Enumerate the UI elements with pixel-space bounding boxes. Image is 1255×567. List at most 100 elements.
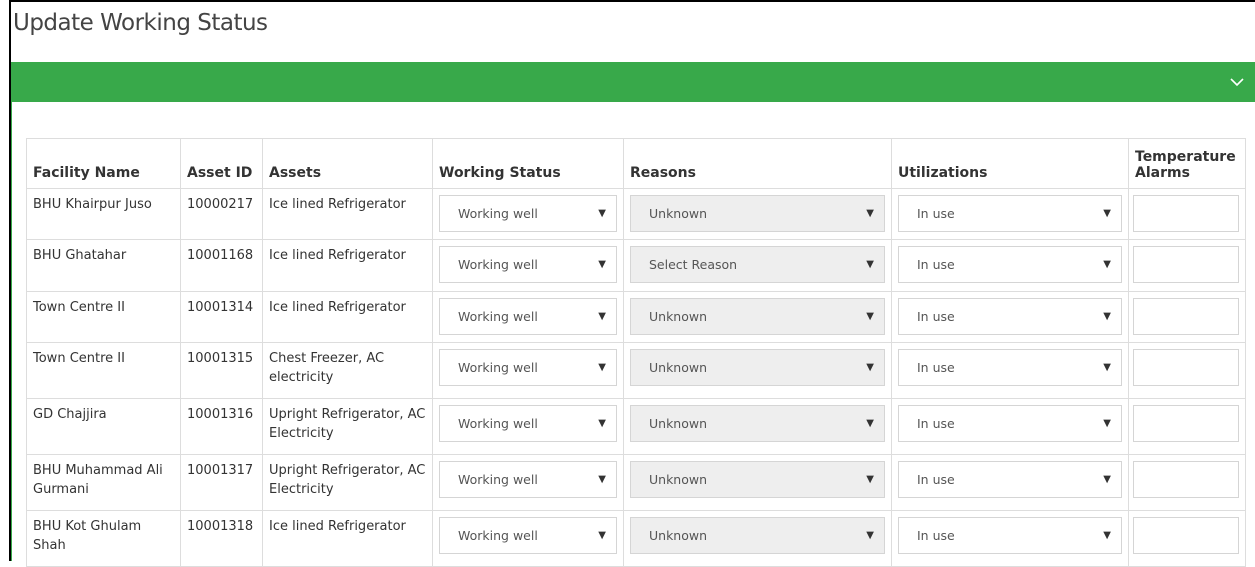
column-header-temperature-alarms: Temperature Alarms <box>1128 138 1246 189</box>
asset-id-cell: 10001318 <box>180 510 263 567</box>
facility-name-cell: Town Centre II <box>26 291 181 343</box>
caret-down-icon: ▼ <box>866 259 874 270</box>
working-status-select[interactable]: Working well ▼ <box>439 195 617 232</box>
caret-down-icon: ▼ <box>866 362 874 373</box>
caret-down-icon: ▼ <box>1103 418 1111 429</box>
table-row: Town Centre II 10001314 Ice lined Refrig… <box>26 291 1246 343</box>
utilization-select[interactable]: In use ▼ <box>898 246 1122 283</box>
working-status-value: Working well <box>458 257 538 272</box>
utilization-select[interactable]: In use ▼ <box>898 517 1122 554</box>
assets-cell: Ice lined Refrigerator <box>262 188 433 240</box>
working-status-value: Working well <box>458 360 538 375</box>
temperature-alarms-input[interactable] <box>1133 517 1239 554</box>
caret-down-icon: ▼ <box>1103 311 1111 322</box>
working-status-select[interactable]: Working well ▼ <box>439 461 617 498</box>
asset-id-cell: 10001317 <box>180 454 263 511</box>
assets-cell: Upright Refrigerator, AC Electricity <box>262 398 433 455</box>
caret-down-icon: ▼ <box>1103 259 1111 270</box>
reason-value: Unknown <box>649 206 708 221</box>
table-row: BHU Ghatahar 10001168 Ice lined Refriger… <box>26 239 1246 292</box>
utilization-select[interactable]: In use ▼ <box>898 461 1122 498</box>
utilization-value: In use <box>917 528 955 543</box>
facility-name-cell: Town Centre II <box>26 342 181 399</box>
utilization-select[interactable]: In use ▼ <box>898 405 1122 442</box>
temperature-alarms-input[interactable] <box>1133 461 1239 498</box>
working-status-value: Working well <box>458 309 538 324</box>
reason-select[interactable]: Unknown ▼ <box>630 298 885 335</box>
working-status-select[interactable]: Working well ▼ <box>439 298 617 335</box>
utilization-select[interactable]: In use ▼ <box>898 349 1122 386</box>
reason-select[interactable]: Unknown ▼ <box>630 195 885 232</box>
temperature-alarms-input[interactable] <box>1133 195 1239 232</box>
working-status-value: Working well <box>458 472 538 487</box>
caret-down-icon: ▼ <box>866 418 874 429</box>
facility-name-cell: GD Chajjira <box>26 398 181 455</box>
column-header-utilizations: Utilizations <box>891 138 1129 189</box>
caret-down-icon: ▼ <box>1103 474 1111 485</box>
panel-header-bar[interactable] <box>11 62 1255 102</box>
assets-cell: Ice lined Refrigerator <box>262 291 433 343</box>
reason-value: Select Reason <box>649 257 738 272</box>
table-header-row: Facility Name Asset ID Assets Working St… <box>26 138 1246 189</box>
chevron-down-icon[interactable] <box>1225 70 1249 94</box>
reason-value: Unknown <box>649 360 708 375</box>
temperature-alarms-input[interactable] <box>1133 298 1239 335</box>
reason-select[interactable]: Unknown ▼ <box>630 517 885 554</box>
utilization-select[interactable]: In use ▼ <box>898 298 1122 335</box>
working-status-select[interactable]: Working well ▼ <box>439 349 617 386</box>
temperature-alarms-input[interactable] <box>1133 405 1239 442</box>
reason-select[interactable]: Select Reason ▼ <box>630 246 885 283</box>
table-row: GD Chajjira 10001316 Upright Refrigerato… <box>26 398 1246 455</box>
table-row: BHU Kot Ghulam Shah 10001318 Ice lined R… <box>26 510 1246 567</box>
temperature-alarms-input[interactable] <box>1133 246 1239 283</box>
reason-value: Unknown <box>649 472 708 487</box>
asset-id-cell: 10001168 <box>180 239 263 292</box>
frame-border-top <box>9 0 1255 2</box>
caret-down-icon: ▼ <box>598 474 606 485</box>
caret-down-icon: ▼ <box>1103 208 1111 219</box>
asset-id-cell: 10000217 <box>180 188 263 240</box>
caret-down-icon: ▼ <box>598 530 606 541</box>
utilization-value: In use <box>917 257 955 272</box>
caret-down-icon: ▼ <box>1103 530 1111 541</box>
asset-id-cell: 10001315 <box>180 342 263 399</box>
working-status-table: Facility Name Asset ID Assets Working St… <box>26 138 1246 567</box>
reason-value: Unknown <box>649 528 708 543</box>
assets-cell: Chest Freezer, AC electricity <box>262 342 433 399</box>
working-status-select[interactable]: Working well ▼ <box>439 517 617 554</box>
reason-select[interactable]: Unknown ▼ <box>630 349 885 386</box>
panel-border <box>11 102 12 561</box>
page-title: Update Working Status <box>13 10 268 36</box>
caret-down-icon: ▼ <box>598 259 606 270</box>
working-status-select[interactable]: Working well ▼ <box>439 246 617 283</box>
working-status-select[interactable]: Working well ▼ <box>439 405 617 442</box>
facility-name-cell: BHU Muhammad Ali Gurmani <box>26 454 181 511</box>
caret-down-icon: ▼ <box>598 311 606 322</box>
utilization-select[interactable]: In use ▼ <box>898 195 1122 232</box>
caret-down-icon: ▼ <box>598 208 606 219</box>
asset-id-cell: 10001316 <box>180 398 263 455</box>
reason-value: Unknown <box>649 309 708 324</box>
temperature-alarms-input[interactable] <box>1133 349 1239 386</box>
utilization-value: In use <box>917 416 955 431</box>
column-header-asset-id: Asset ID <box>180 138 263 189</box>
caret-down-icon: ▼ <box>866 311 874 322</box>
utilization-value: In use <box>917 206 955 221</box>
caret-down-icon: ▼ <box>598 362 606 373</box>
reason-select[interactable]: Unknown ▼ <box>630 405 885 442</box>
column-header-facility: Facility Name <box>26 138 181 189</box>
facility-name-cell: BHU Kot Ghulam Shah <box>26 510 181 567</box>
caret-down-icon: ▼ <box>598 418 606 429</box>
facility-name-cell: BHU Khairpur Juso <box>26 188 181 240</box>
column-header-reasons: Reasons <box>623 138 892 189</box>
facility-name-cell: BHU Ghatahar <box>26 239 181 292</box>
utilization-value: In use <box>917 472 955 487</box>
assets-cell: Upright Refrigerator, AC Electricity <box>262 454 433 511</box>
reason-select[interactable]: Unknown ▼ <box>630 461 885 498</box>
table-row: BHU Khairpur Juso 10000217 Ice lined Ref… <box>26 188 1246 240</box>
column-header-working-status: Working Status <box>432 138 624 189</box>
reason-value: Unknown <box>649 416 708 431</box>
table-row: BHU Muhammad Ali Gurmani 10001317 Uprigh… <box>26 454 1246 511</box>
assets-cell: Ice lined Refrigerator <box>262 239 433 292</box>
caret-down-icon: ▼ <box>866 530 874 541</box>
